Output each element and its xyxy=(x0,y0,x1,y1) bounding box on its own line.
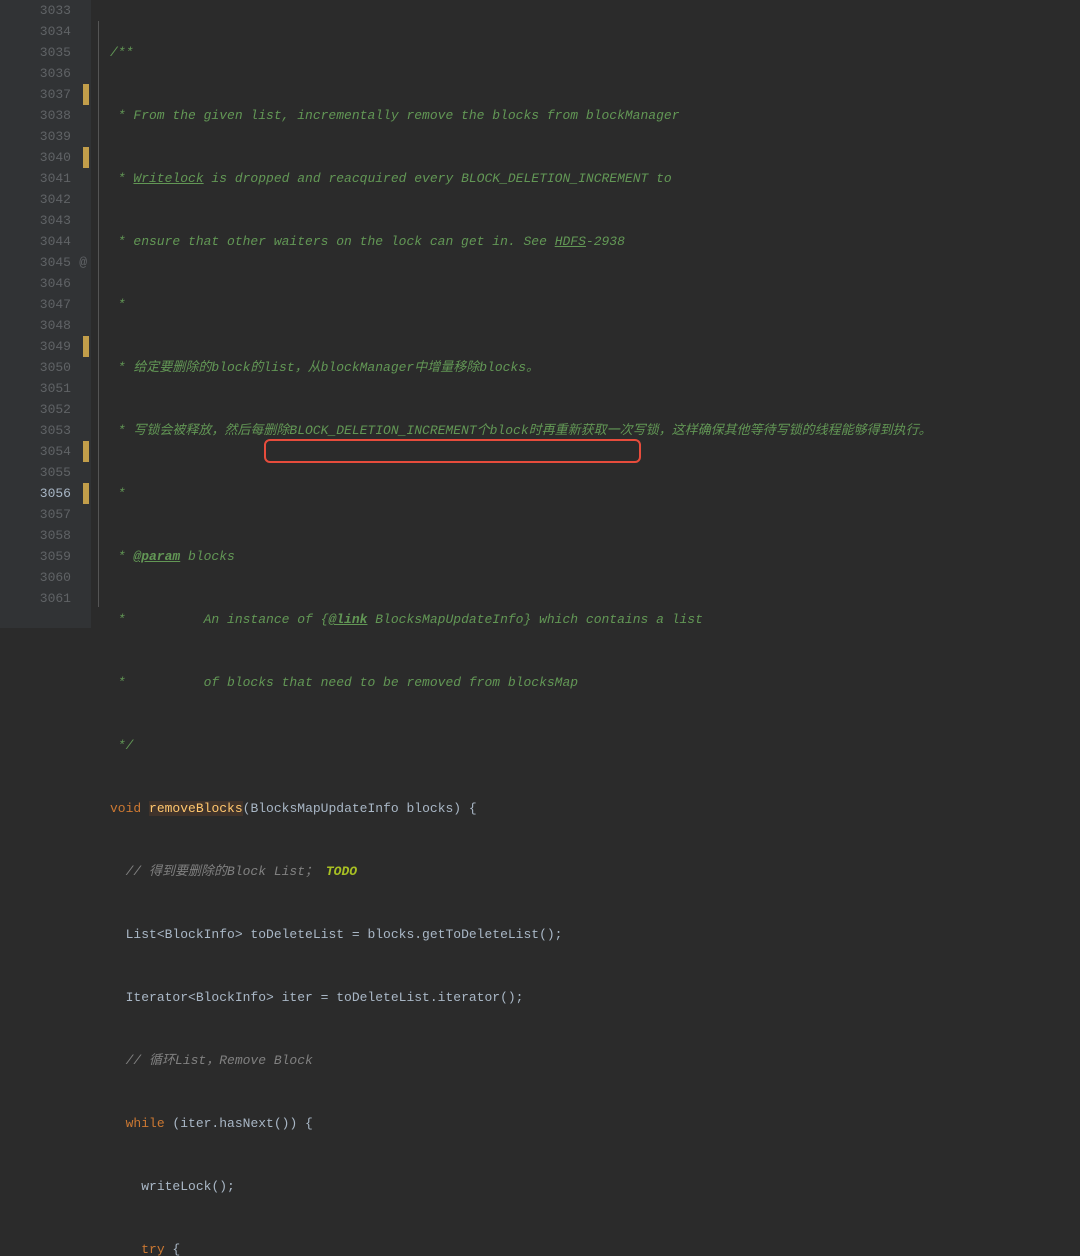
line-number: 3048 xyxy=(0,315,71,336)
method-name: removeBlocks xyxy=(149,801,243,816)
gutter-marker[interactable] xyxy=(83,441,89,462)
line-number: 3060 xyxy=(0,567,71,588)
gutter-marker[interactable] xyxy=(83,483,89,504)
todo-marker: TODO xyxy=(326,864,357,879)
line-number: 3059 xyxy=(0,546,71,567)
doc-line: * From the given list, incrementally rem… xyxy=(110,108,680,123)
gutter-marker[interactable] xyxy=(83,84,89,105)
line-number: 3047 xyxy=(0,294,71,315)
line-number: 3036 xyxy=(0,63,71,84)
override-gutter-icon[interactable]: @ xyxy=(79,252,87,273)
line-number: 3033 xyxy=(0,0,71,21)
highlight-box xyxy=(264,439,641,463)
line-number: 3053 xyxy=(0,420,71,441)
line-number: 3046 xyxy=(0,273,71,294)
link-tag: @link xyxy=(328,612,367,627)
param-tag: @param xyxy=(133,549,180,564)
gutter-marker[interactable] xyxy=(83,336,89,357)
line-number: 3044 xyxy=(0,231,71,252)
line-number: 3058 xyxy=(0,525,71,546)
line-number: 3043 xyxy=(0,210,71,231)
line-number: 3049 xyxy=(0,336,71,357)
line-number: 3045 xyxy=(0,252,71,273)
line-number: 3038 xyxy=(0,105,71,126)
line-number: 3051 xyxy=(0,378,71,399)
fold-column[interactable] xyxy=(92,0,106,628)
line-number: 3056 xyxy=(0,483,71,504)
line-number: 3052 xyxy=(0,399,71,420)
line-number: 3054 xyxy=(0,441,71,462)
line-number-gutter[interactable]: 3033303430353036303730383039304030413042… xyxy=(0,0,92,628)
line-number: 3061 xyxy=(0,588,71,609)
line-number: 3055 xyxy=(0,462,71,483)
line-number: 3040 xyxy=(0,147,71,168)
line-number: 3039 xyxy=(0,126,71,147)
gutter-marker[interactable] xyxy=(83,147,89,168)
doc-open: /** xyxy=(110,45,133,60)
line-number: 3042 xyxy=(0,189,71,210)
line-number: 3041 xyxy=(0,168,71,189)
code-editor[interactable]: /** * From the given list, incrementally… xyxy=(106,0,1080,628)
line-number: 3050 xyxy=(0,357,71,378)
line-number: 3034 xyxy=(0,21,71,42)
line-number: 3037 xyxy=(0,84,71,105)
line-number: 3057 xyxy=(0,504,71,525)
line-number: 3035 xyxy=(0,42,71,63)
doc-close: */ xyxy=(110,738,133,753)
